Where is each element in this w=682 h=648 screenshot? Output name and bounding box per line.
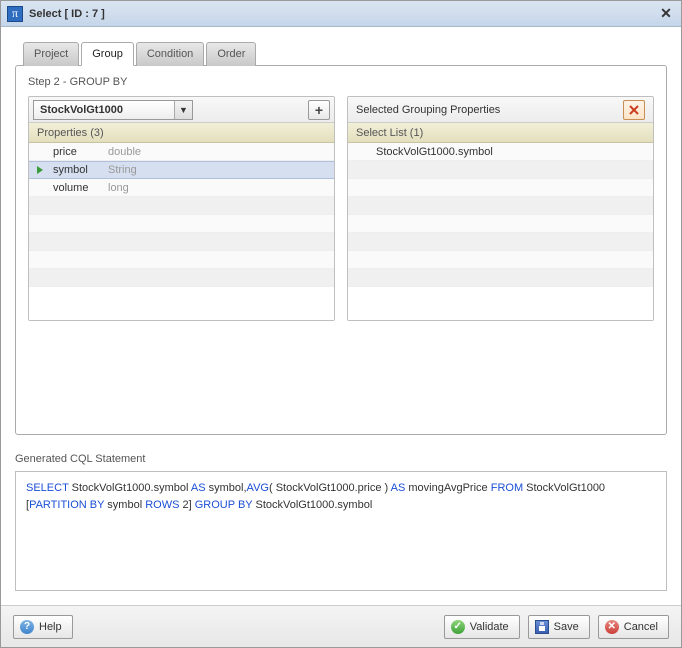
tab-group[interactable]: Group	[81, 42, 134, 66]
cql-keyword: AS	[191, 482, 206, 494]
validate-label: Validate	[470, 621, 509, 633]
empty-row	[29, 215, 334, 233]
group-by-columns: StockVolGt1000 ▼ + Properties (3) priced…	[28, 96, 654, 321]
properties-column: StockVolGt1000 ▼ + Properties (3) priced…	[28, 96, 335, 321]
arrow-icon	[37, 166, 53, 174]
empty-row	[348, 179, 653, 197]
cql-keyword: AS	[391, 482, 406, 494]
cql-keyword: SELECT	[26, 482, 69, 494]
window-title: Select [ ID : 7 ]	[29, 8, 657, 20]
cql-text: movingAvgPrice	[405, 482, 490, 494]
group-panel: Step 2 - GROUP BY StockVolGt1000 ▼ + Pro…	[15, 65, 667, 435]
close-icon[interactable]: ✕	[657, 5, 675, 23]
property-name: symbol	[53, 164, 108, 176]
footer: ? Help ✓ Validate Save ✕ Cancel	[1, 605, 681, 647]
tab-condition[interactable]: Condition	[136, 42, 204, 66]
cql-keyword: FROM	[491, 482, 523, 494]
empty-row	[348, 251, 653, 269]
tab-order[interactable]: Order	[206, 42, 256, 66]
cancel-icon: ✕	[605, 620, 619, 634]
empty-row	[348, 233, 653, 251]
content-area: ProjectGroupConditionOrder Step 2 - GROU…	[1, 27, 681, 605]
cql-text: StockVolGt1000.symbol	[69, 482, 191, 494]
source-dropdown[interactable]: StockVolGt1000 ▼	[33, 100, 193, 120]
cql-statement[interactable]: SELECT StockVolGt1000.symbol AS symbol,A…	[15, 471, 667, 591]
property-name: volume	[53, 182, 108, 194]
properties-list: pricedoublesymbolStringvolumelong	[29, 143, 334, 320]
validate-button[interactable]: ✓ Validate	[444, 615, 520, 639]
check-icon: ✓	[451, 620, 465, 634]
cql-text: 2]	[179, 499, 194, 511]
cql-keyword: ROWS	[145, 499, 179, 511]
property-type: String	[108, 164, 137, 176]
cql-text: StockVolGt1000.symbol	[252, 499, 372, 511]
chevron-down-icon: ▼	[174, 101, 192, 119]
empty-row	[29, 233, 334, 251]
save-button[interactable]: Save	[528, 615, 590, 639]
empty-row	[348, 215, 653, 233]
save-icon	[535, 620, 549, 634]
titlebar: π Select [ ID : 7 ] ✕	[1, 1, 681, 27]
help-icon: ?	[20, 620, 34, 634]
selected-title: Selected Grouping Properties	[356, 104, 500, 116]
properties-toolbar: StockVolGt1000 ▼ +	[29, 97, 334, 123]
source-dropdown-value: StockVolGt1000	[40, 104, 123, 116]
cancel-label: Cancel	[624, 621, 658, 633]
empty-row	[29, 269, 334, 287]
property-name: price	[53, 146, 108, 158]
generated-label: Generated CQL Statement	[15, 453, 667, 465]
property-type: long	[108, 182, 129, 194]
property-row[interactable]: volumelong	[29, 179, 334, 197]
cql-keyword: AVG	[247, 482, 269, 494]
add-button[interactable]: +	[308, 100, 330, 120]
empty-row	[29, 251, 334, 269]
selected-column: Selected Grouping Properties Select List…	[347, 96, 654, 321]
properties-header: Properties (3)	[29, 123, 334, 143]
empty-row	[348, 269, 653, 287]
empty-row	[348, 161, 653, 179]
cancel-button[interactable]: ✕ Cancel	[598, 615, 669, 639]
save-label: Save	[554, 621, 579, 633]
cql-text: symbol	[104, 499, 145, 511]
delete-icon	[629, 105, 639, 115]
empty-row	[348, 197, 653, 215]
plus-icon: +	[315, 102, 323, 118]
tab-project[interactable]: Project	[23, 42, 79, 66]
selected-row[interactable]: StockVolGt1000.symbol	[348, 143, 653, 161]
property-row[interactable]: pricedouble	[29, 143, 334, 161]
tabs: ProjectGroupConditionOrder	[15, 41, 667, 65]
help-label: Help	[39, 621, 62, 633]
empty-row	[29, 197, 334, 215]
property-type: double	[108, 146, 141, 158]
cql-keyword: PARTITION BY	[29, 499, 104, 511]
selected-header: Select List (1)	[348, 123, 653, 143]
property-row[interactable]: symbolString	[29, 161, 334, 179]
selected-list: StockVolGt1000.symbol	[348, 143, 653, 320]
cql-keyword: GROUP BY	[195, 499, 253, 511]
select-dialog: π Select [ ID : 7 ] ✕ ProjectGroupCondit…	[0, 0, 682, 648]
step-label: Step 2 - GROUP BY	[28, 76, 654, 88]
cql-text: symbol,	[206, 482, 247, 494]
remove-button[interactable]	[623, 100, 645, 120]
help-button[interactable]: ? Help	[13, 615, 73, 639]
selected-toolbar: Selected Grouping Properties	[348, 97, 653, 123]
app-icon: π	[7, 6, 23, 22]
cql-text: ( StockVolGt1000.price )	[269, 482, 391, 494]
